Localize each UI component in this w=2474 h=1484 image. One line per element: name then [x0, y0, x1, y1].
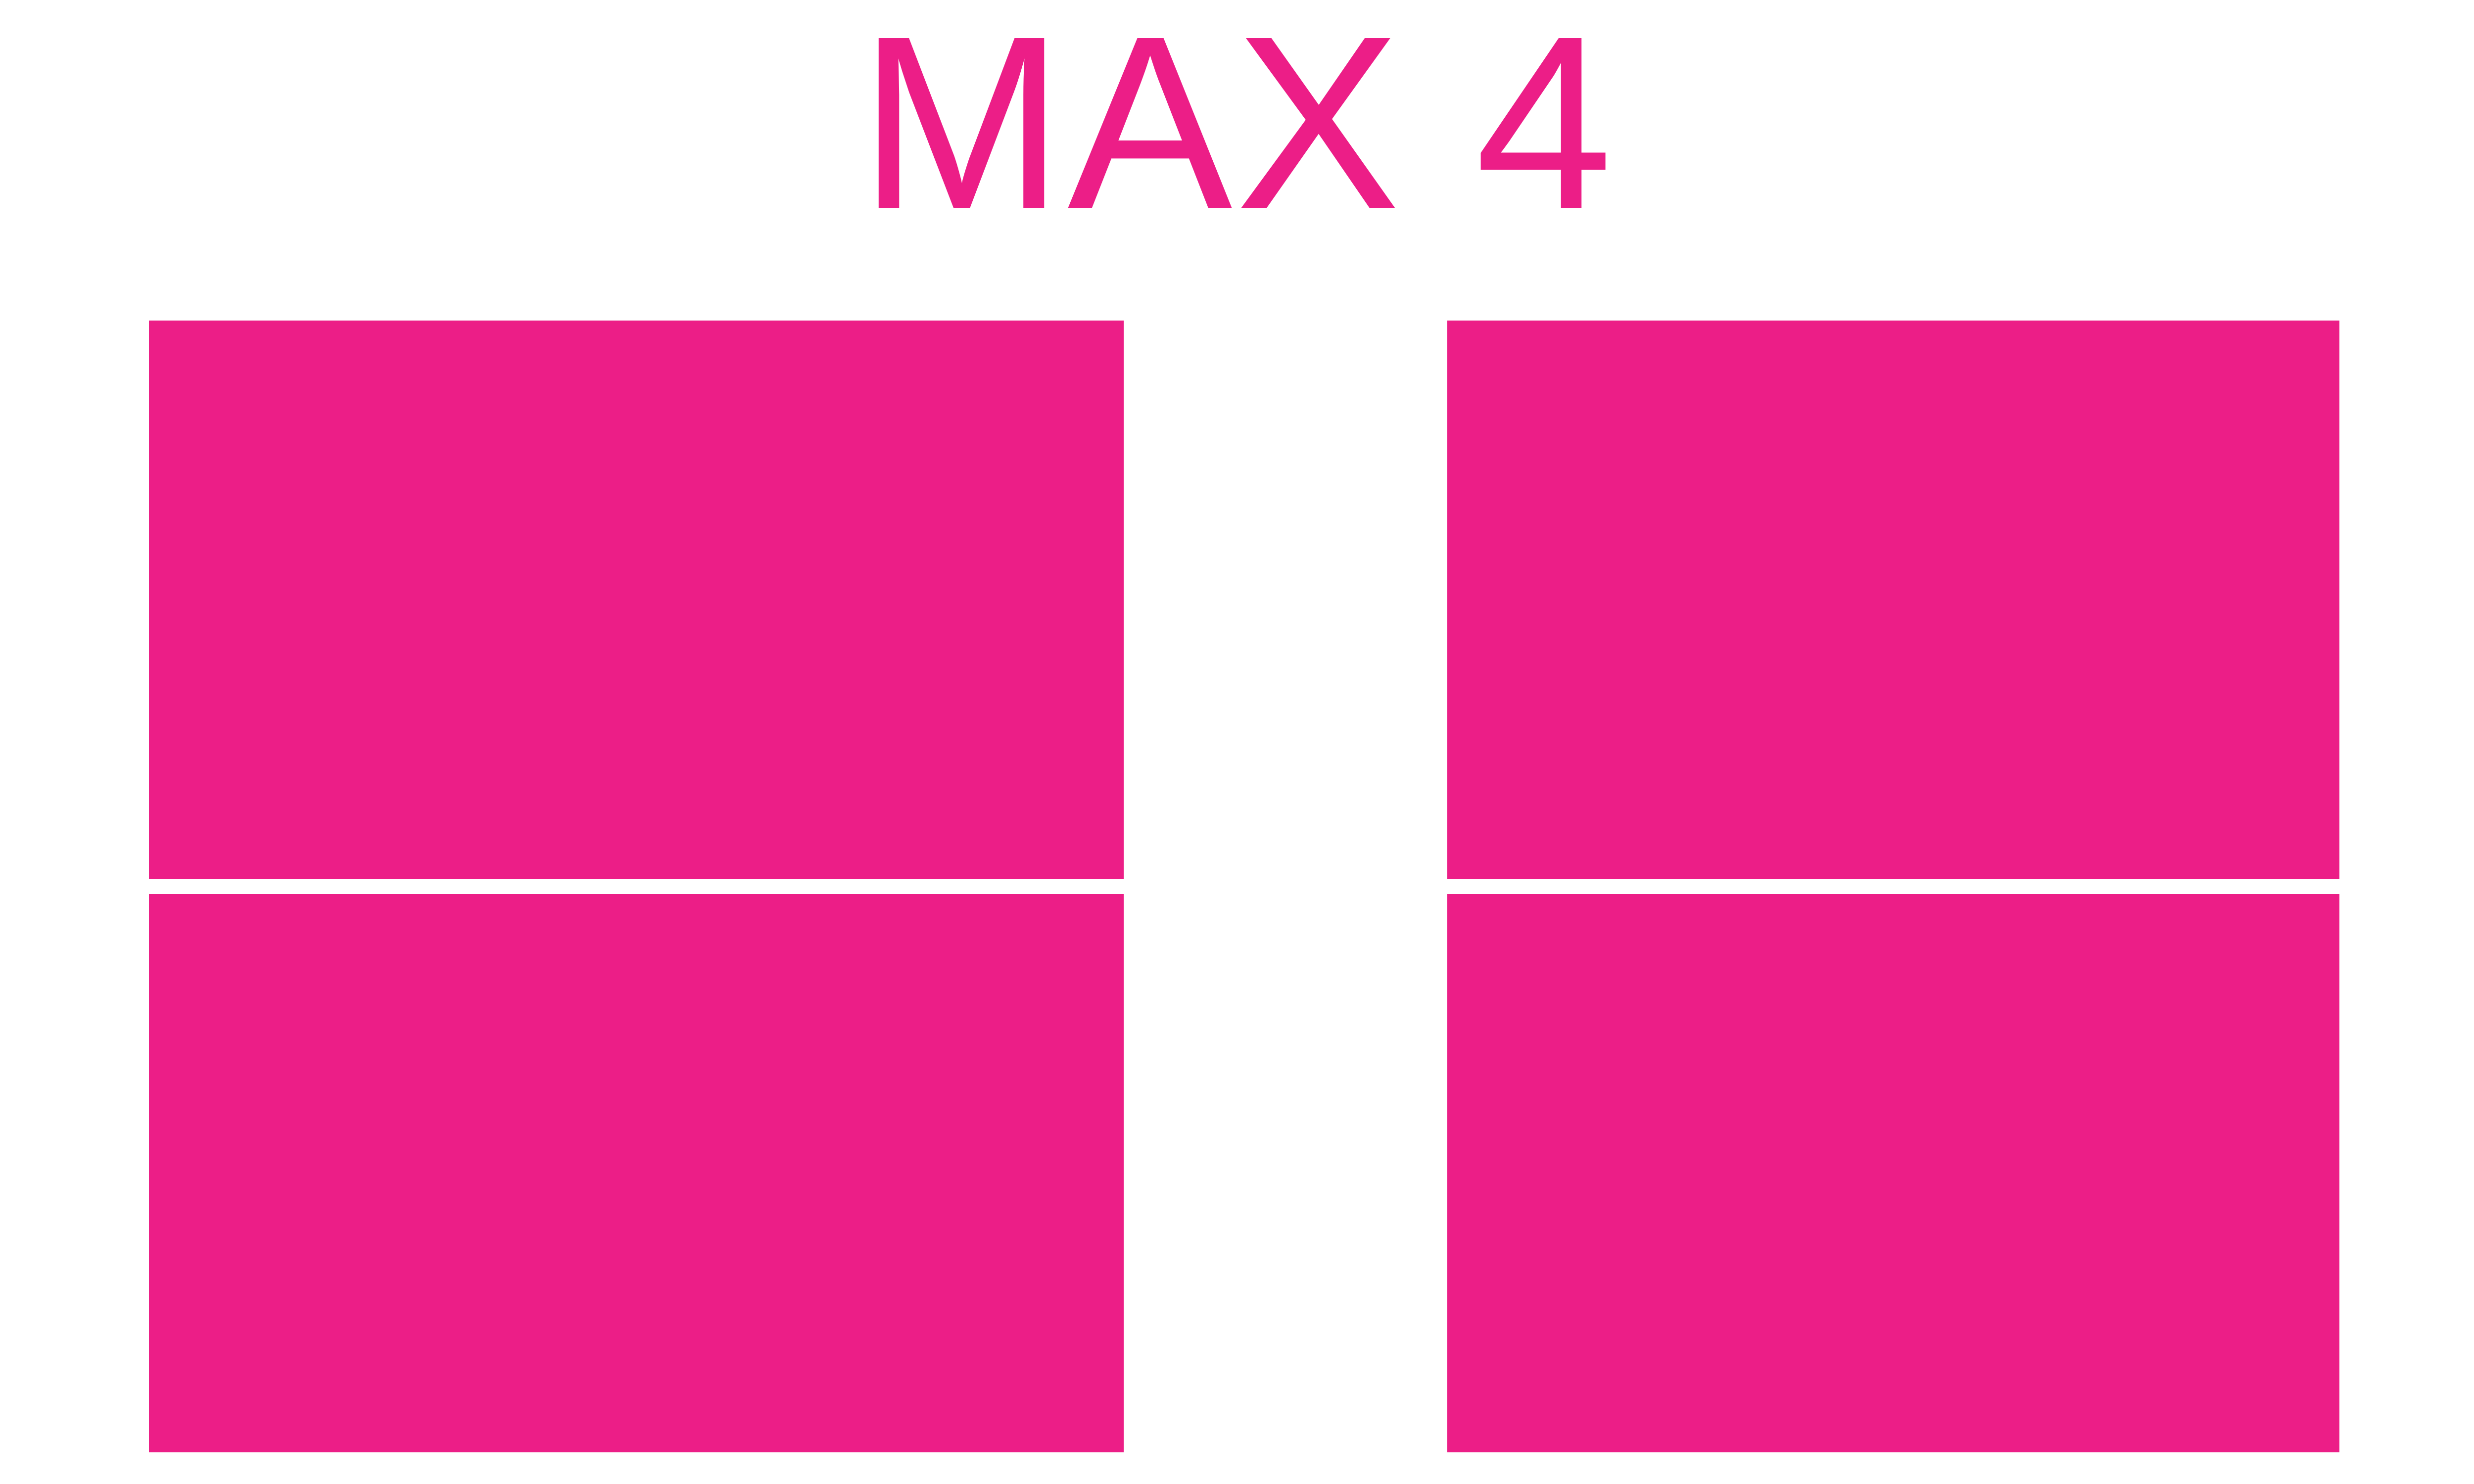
box-top-left — [149, 321, 1124, 879]
box-bottom-left — [149, 894, 1124, 1452]
title-max-4: MAX 4 — [858, 0, 1616, 261]
max-4-graphic: MAX 4 — [0, 0, 2474, 1484]
box-top-right — [1447, 321, 2339, 879]
box-bottom-right — [1447, 894, 2339, 1452]
